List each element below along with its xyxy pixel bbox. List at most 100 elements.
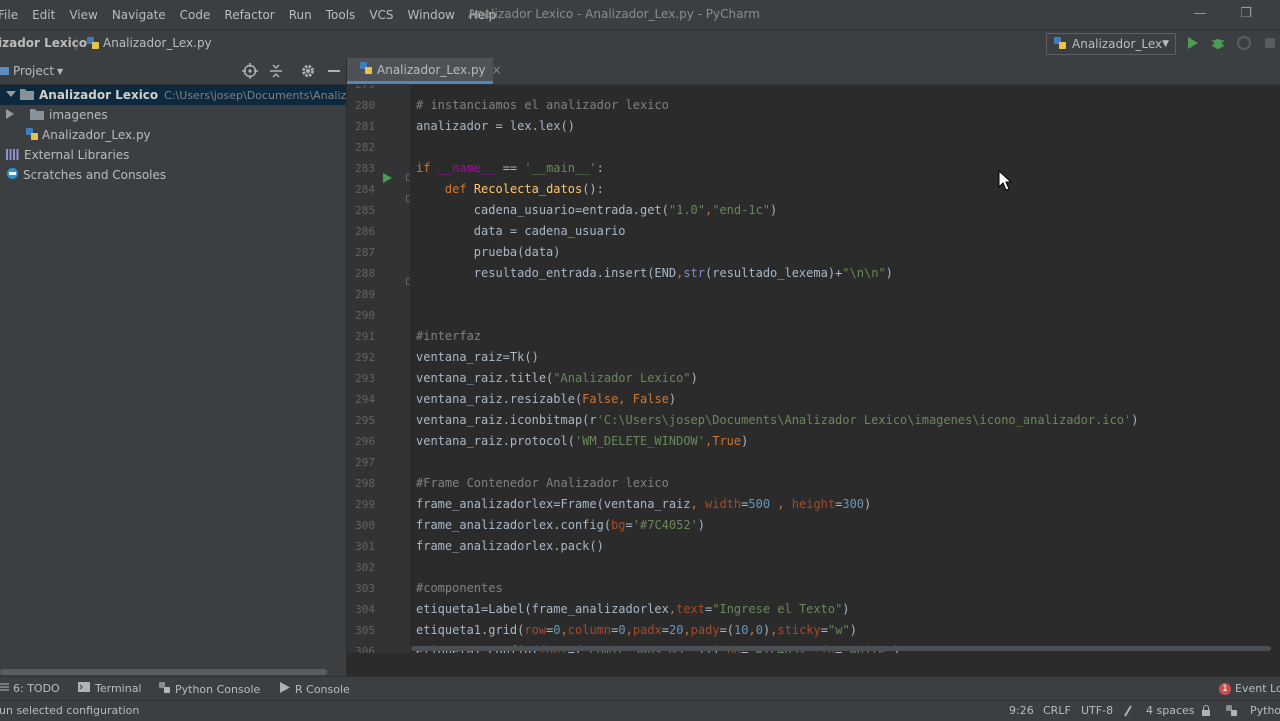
maximize-button[interactable]: ❐: [1236, 4, 1256, 24]
line-number[interactable]: 281: [347, 116, 375, 137]
indent-setting[interactable]: 4 spaces: [1146, 704, 1195, 717]
tree-item-analizador-lex-py[interactable]: Analizador_Lex.py: [0, 125, 346, 145]
menu-navigate[interactable]: Navigate: [112, 8, 166, 22]
line-number[interactable]: 291: [347, 326, 375, 347]
line-number[interactable]: 296: [347, 431, 375, 452]
menu-code[interactable]: Code: [180, 8, 211, 22]
code-line[interactable]: #interfaz: [416, 326, 481, 347]
code-line[interactable]: etiqueta1=Label(frame_analizadorlex,text…: [416, 599, 850, 620]
scrollbar-thumb[interactable]: [0, 669, 327, 675]
python-console-tool-button[interactable]: Python Console: [159, 682, 260, 696]
code-line[interactable]: analizador = lex.lex(): [416, 116, 575, 137]
code-line[interactable]: frame_analizadorlex.config(bg='#7C4052'): [416, 515, 705, 536]
line-number[interactable]: 282: [347, 137, 375, 158]
code-line[interactable]: if __name__ == '__main__':: [416, 158, 604, 179]
caret-position[interactable]: 9:26: [1009, 704, 1034, 717]
fold-marker-icon[interactable]: [406, 174, 410, 181]
menu-file[interactable]: File: [0, 8, 18, 22]
stop-icon[interactable]: [1262, 35, 1278, 51]
code-line[interactable]: def Recolecta_datos():: [416, 179, 604, 200]
todo-tool-button[interactable]: 6: TODO: [0, 682, 60, 695]
debug-icon[interactable]: [1210, 35, 1226, 51]
gear-icon[interactable]: [300, 63, 316, 82]
file-encoding[interactable]: UTF-8: [1081, 704, 1113, 717]
project-view-label[interactable]: Project: [13, 64, 54, 78]
code-line[interactable]: data = cadena_usuario: [416, 221, 626, 242]
fold-marker-icon[interactable]: [406, 195, 410, 202]
line-number[interactable]: 289: [347, 284, 375, 305]
code-line[interactable]: cadena_usuario=entrada.get("1.0","end-1c…: [416, 200, 777, 221]
run-configuration-select[interactable]: Analizador_Lex ▼: [1046, 33, 1176, 55]
run-icon[interactable]: [1184, 35, 1200, 51]
line-number[interactable]: 285: [347, 200, 375, 221]
locate-file-icon[interactable]: [242, 63, 258, 82]
tree-item-scratches[interactable]: Scratches and Consoles: [0, 165, 346, 185]
line-number[interactable]: 301: [347, 536, 375, 557]
tree-item-external-libraries[interactable]: External Libraries: [0, 145, 346, 165]
collapse-all-icon[interactable]: [268, 63, 284, 82]
line-number[interactable]: 292: [347, 347, 375, 368]
fold-marker-icon[interactable]: [406, 278, 410, 285]
line-number[interactable]: 304: [347, 599, 375, 620]
menu-run[interactable]: Run: [289, 8, 312, 22]
line-number[interactable]: 279: [347, 85, 375, 95]
line-number[interactable]: 284: [347, 179, 375, 200]
line-number[interactable]: 286: [347, 221, 375, 242]
line-number[interactable]: 280: [347, 95, 375, 116]
breadcrumb-file[interactable]: Analizador_Lex.py: [103, 36, 212, 50]
line-number[interactable]: 290: [347, 305, 375, 326]
menu-edit[interactable]: Edit: [32, 8, 55, 22]
code-line[interactable]: ventana_raiz.title("Analizador Lexico"): [416, 368, 698, 389]
hide-panel-icon[interactable]: [326, 63, 342, 82]
close-icon[interactable]: ×: [492, 63, 502, 77]
line-number[interactable]: 295: [347, 410, 375, 431]
code-line[interactable]: ventana_raiz.protocol('WM_DELETE_WINDOW'…: [416, 431, 748, 452]
code-line[interactable]: ventana_raiz.resizable(False, False): [416, 389, 676, 410]
lock-icon[interactable]: [1201, 705, 1211, 720]
line-number[interactable]: 293: [347, 368, 375, 389]
menu-view[interactable]: View: [69, 8, 97, 22]
code-line[interactable]: prueba(data): [416, 242, 561, 263]
project-horizontal-scrollbar[interactable]: [0, 668, 346, 676]
code-line[interactable]: frame_analizadorlex=Frame(ventana_raiz, …: [416, 494, 871, 515]
python-interpreter[interactable]: Pytho: [1250, 704, 1280, 717]
code-line[interactable]: #componentes: [416, 578, 503, 599]
tree-item-imagenes[interactable]: imagenes: [0, 105, 346, 125]
line-number[interactable]: 294: [347, 389, 375, 410]
line-number[interactable]: 305: [347, 620, 375, 641]
line-number[interactable]: 299: [347, 494, 375, 515]
coverage-icon[interactable]: [1236, 35, 1252, 51]
code-line[interactable]: frame_analizadorlex.pack(): [416, 536, 604, 557]
minimize-button[interactable]: —: [1190, 4, 1210, 24]
menu-tools[interactable]: Tools: [326, 8, 356, 22]
code-line[interactable]: ventana_raiz=Tk(): [416, 347, 539, 368]
code-editor[interactable]: # instanciamos el analizador lexico anali…: [411, 85, 1271, 653]
r-console-tool-button[interactable]: R Console: [280, 682, 350, 696]
menu-refactor[interactable]: Refactor: [224, 8, 274, 22]
line-number[interactable]: 283: [347, 158, 375, 179]
line-number[interactable]: 303: [347, 578, 375, 599]
line-number[interactable]: 297: [347, 452, 375, 473]
code-line[interactable]: #Frame Contenedor Analizador lexico: [416, 473, 669, 494]
line-number[interactable]: 300: [347, 515, 375, 536]
terminal-tool-button[interactable]: Terminal: [78, 682, 142, 695]
line-number[interactable]: 302: [347, 557, 375, 578]
menu-window[interactable]: Window: [408, 8, 455, 22]
line-separator[interactable]: CRLF: [1043, 704, 1071, 717]
code-line[interactable]: etiqueta1.grid(row=0,column=0,padx=20,pa…: [416, 620, 857, 641]
tab-analizador-lex-py[interactable]: Analizador_Lex.py ×: [347, 58, 502, 84]
chevron-down-icon[interactable]: ▼: [57, 67, 63, 76]
line-number[interactable]: 298: [347, 473, 375, 494]
line-number[interactable]: 287: [347, 242, 375, 263]
tree-item-project-root[interactable]: Analizador Lexico C:\Users\josep\Documen…: [0, 85, 394, 105]
code-line[interactable]: ventana_raiz.iconbitmap(r'C:\Users\josep…: [416, 410, 1138, 431]
run-gutter-icon[interactable]: [383, 172, 392, 186]
code-line[interactable]: # instanciamos el analizador lexico: [416, 95, 669, 116]
event-log-tool-button[interactable]: 1 Event Lo: [1219, 682, 1280, 695]
line-number[interactable]: 288: [347, 263, 375, 284]
line-number[interactable]: 306: [347, 641, 375, 653]
menu-vcs[interactable]: VCS: [369, 8, 393, 22]
editor-horizontal-scrollbar[interactable]: [411, 645, 1271, 653]
scrollbar-thumb[interactable]: [411, 646, 1271, 651]
code-line[interactable]: resultado_entrada.insert(END,str(resulta…: [416, 263, 893, 284]
